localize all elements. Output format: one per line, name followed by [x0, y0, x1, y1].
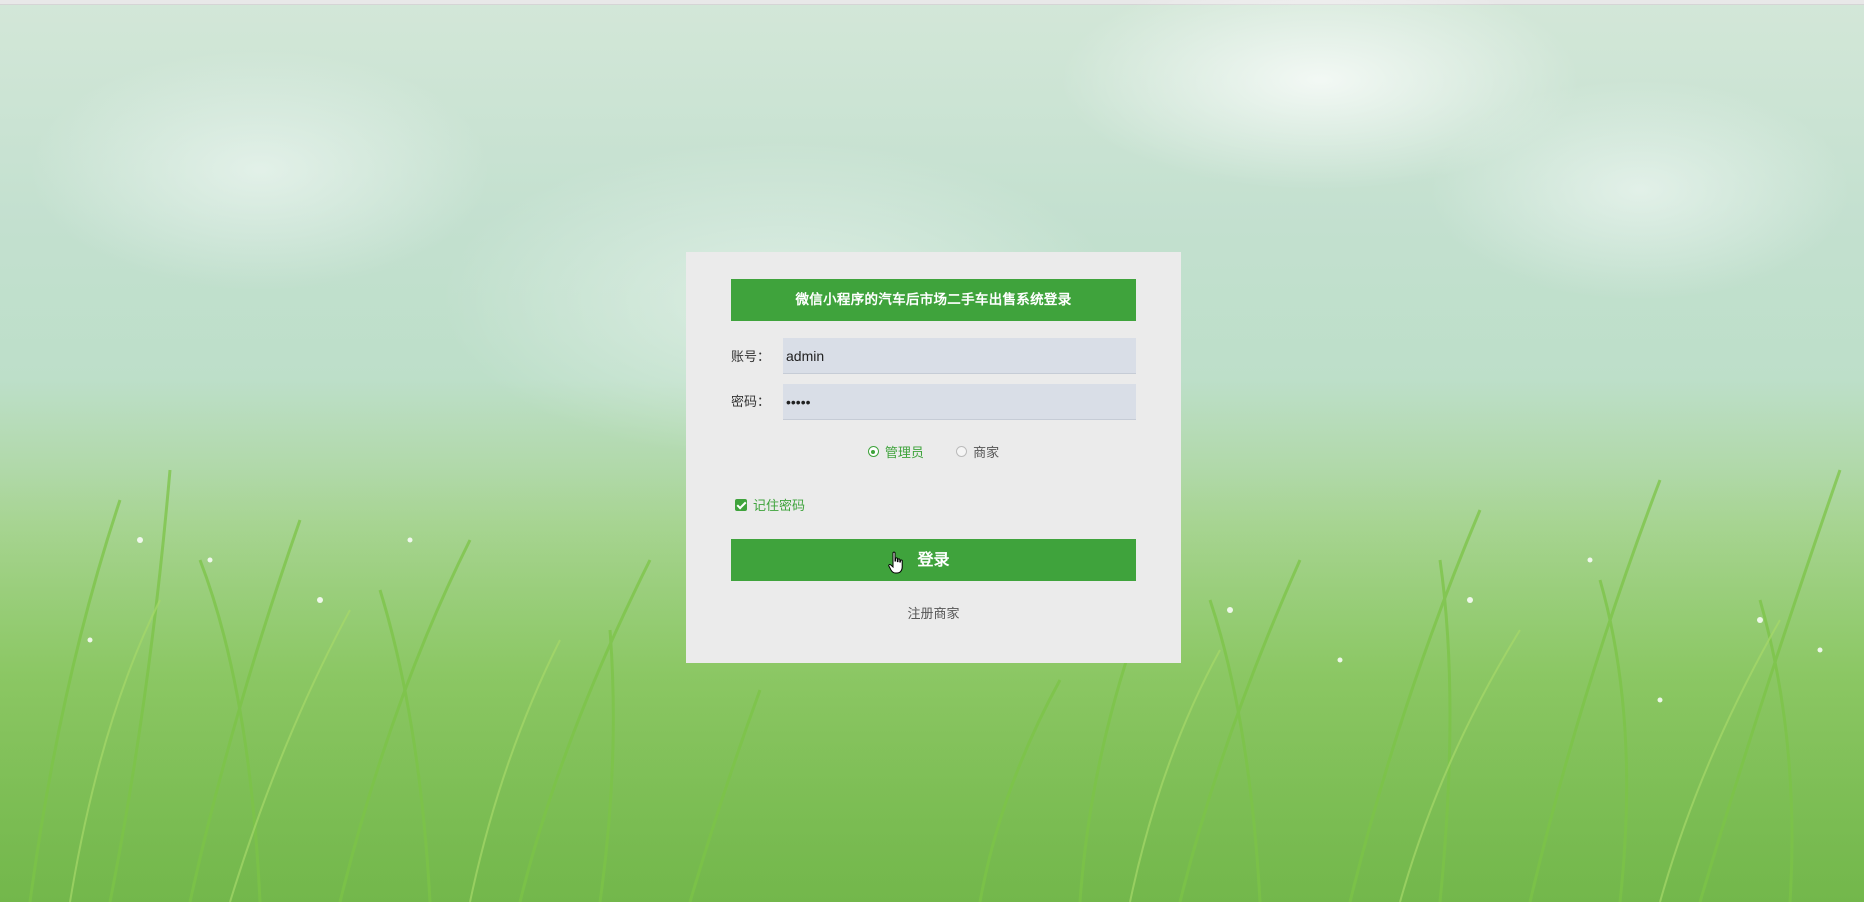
remember-checkbox[interactable]: [735, 498, 747, 511]
admin-radio[interactable]: [867, 446, 879, 457]
account-label: 账号：: [731, 350, 771, 365]
hand-cursor-icon: [888, 551, 903, 574]
password-label: 密码：: [731, 395, 771, 410]
register-merchant-link[interactable]: 注册商家: [686, 603, 1181, 622]
account-input[interactable]: [783, 338, 1136, 374]
login-title: 微信小程序的汽车后市场二手车出售系统登录: [731, 279, 1136, 321]
password-input[interactable]: [783, 384, 1136, 420]
merchant-radio[interactable]: [956, 446, 968, 457]
remember-label: 记住密码: [753, 499, 806, 514]
role-merchant-label: 商家: [973, 446, 1000, 461]
login-page: 微信小程序的汽车后市场二手车出售系统登录 账号： 密码： 管理员 商家 记住密码…: [0, 0, 1864, 902]
role-option-admin[interactable]: 管理员: [867, 442, 924, 461]
role-option-merchant[interactable]: 商家: [956, 442, 999, 461]
login-button[interactable]: 登录: [731, 539, 1136, 581]
login-card: 微信小程序的汽车后市场二手车出售系统登录 账号： 密码： 管理员 商家 记住密码…: [686, 252, 1181, 663]
role-selector: 管理员 商家: [686, 442, 1181, 462]
remember-password[interactable]: 记住密码: [735, 495, 805, 514]
role-admin-label: 管理员: [884, 446, 924, 461]
